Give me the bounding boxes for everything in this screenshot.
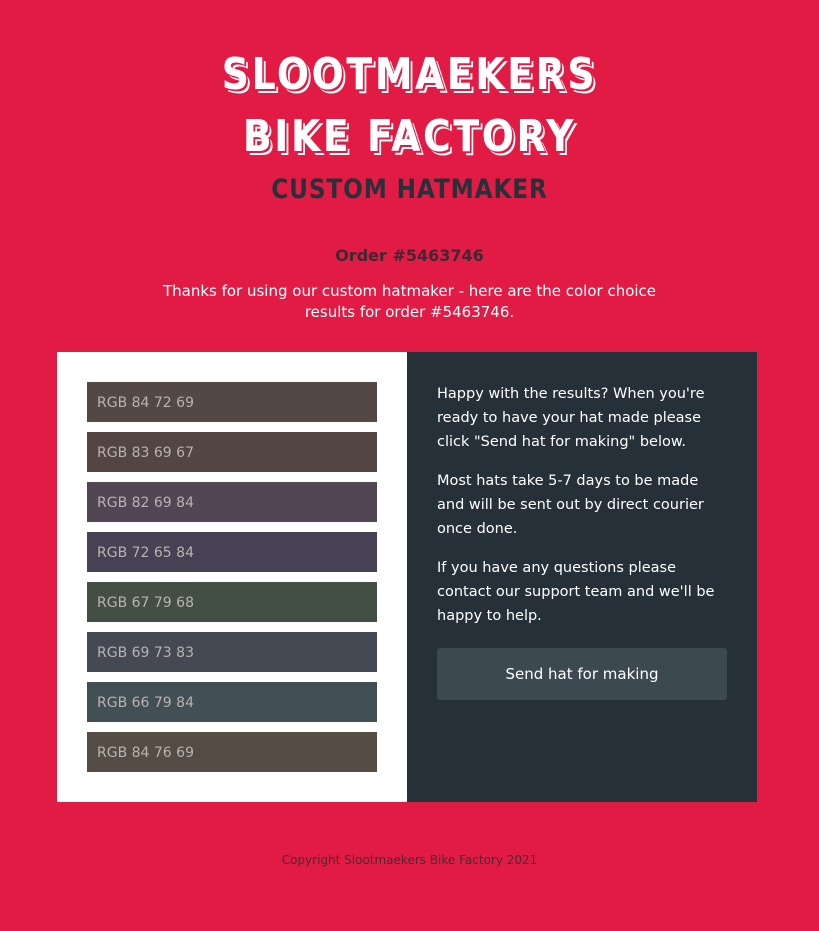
info-paragraph-3: If you have any questions please contact… bbox=[437, 560, 715, 624]
copyright-footer: Copyright Slootmaekers Bike Factory 2021 bbox=[281, 853, 538, 867]
brand-logo: SLOOTMAEKERS BIKE FACTORY CUSTOM HATMAKE… bbox=[0, 44, 819, 210]
brand-line-2: BIKE FACTORY bbox=[242, 111, 577, 162]
color-swatch: RGB 82 69 84 bbox=[87, 482, 377, 522]
color-swatch: RGB 66 79 84 bbox=[87, 682, 377, 722]
color-swatch: RGB 83 69 67 bbox=[87, 432, 377, 472]
color-swatch: RGB 84 72 69 bbox=[87, 382, 377, 422]
email-page: SLOOTMAEKERS BIKE FACTORY CUSTOM HATMAKE… bbox=[0, 0, 819, 931]
swatch-list: RGB 84 72 69 RGB 83 69 67 RGB 82 69 84 R… bbox=[57, 352, 407, 802]
info-paragraph-1: Happy with the results? When you're read… bbox=[437, 386, 705, 450]
send-hat-button[interactable]: Send hat for making bbox=[437, 648, 727, 700]
info-paragraph-2: Most hats take 5-7 days to be made and w… bbox=[437, 473, 704, 537]
order-title: Order #5463746 bbox=[335, 246, 484, 265]
color-swatch: RGB 84 76 69 bbox=[87, 732, 377, 772]
info-panel: Happy with the results? When you're read… bbox=[407, 352, 757, 802]
brand-subtitle: CUSTOM HATMAKER bbox=[271, 174, 548, 205]
intro-text: Thanks for using our custom hatmaker - h… bbox=[162, 282, 657, 321]
color-swatch: RGB 67 79 68 bbox=[87, 582, 377, 622]
color-swatch: RGB 69 73 83 bbox=[87, 632, 377, 672]
brand-line-1: SLOOTMAEKERS bbox=[221, 49, 598, 100]
results-card: RGB 84 72 69 RGB 83 69 67 RGB 82 69 84 R… bbox=[57, 352, 757, 802]
color-swatch: RGB 72 65 84 bbox=[87, 532, 377, 572]
